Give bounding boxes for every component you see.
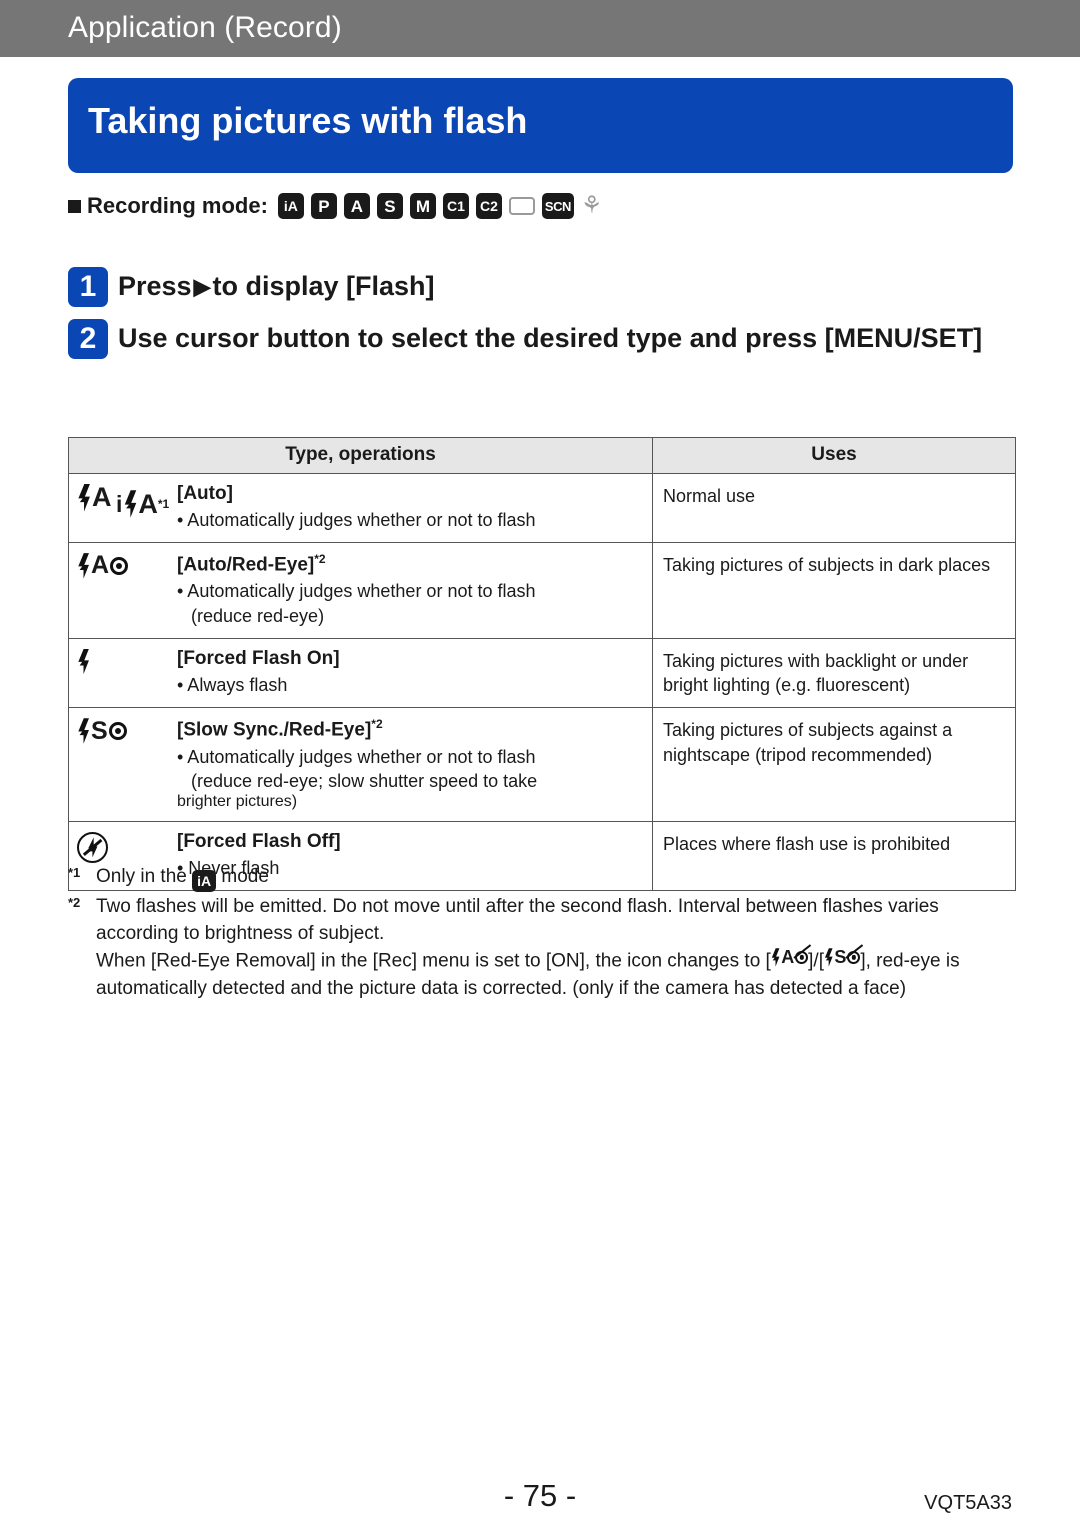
column-header-uses: Uses	[652, 437, 1016, 474]
mode-s-icon: S	[376, 193, 403, 219]
flash-mode-title: [Auto/Red-Eye]*2	[177, 552, 642, 576]
flash-mode-detail: • Automatically judges whether or not to…	[177, 581, 536, 602]
uses-cell-slow-sync: Taking pictures of subjects against a ni…	[652, 707, 1016, 822]
mode-a-icon: A	[343, 193, 370, 219]
icon-column	[77, 645, 177, 680]
flash-modes-table: Type, operations Uses A i A *1 [Auto] • …	[68, 437, 1016, 891]
table-row: A i A *1 [Auto] • Automatically judges whe…	[68, 472, 1016, 544]
mode-ia-icon: iA	[277, 193, 304, 219]
footnote-2-mark: *2	[68, 894, 96, 923]
footnotes: *1 Only in the iA mode *2 Two flashes wi…	[68, 864, 1013, 1004]
step-1-text-before: Press	[118, 271, 192, 301]
footnote-2-paragraph-1: Two flashes will be emitted. Do not move…	[96, 896, 939, 945]
description-column: [Auto] • Automatically judges whether or…	[177, 480, 642, 532]
footnote-ref-1: *1	[157, 497, 170, 512]
uses-cell-auto-redeye: Taking pictures of subjects in dark plac…	[652, 542, 1016, 639]
right-arrow-icon: ▶	[193, 274, 211, 299]
step-1-text-after: to display [Flash]	[212, 271, 435, 301]
instruction-steps: 1 Press▶to display [Flash] 2 Use cursor …	[68, 267, 1013, 371]
table-row: S [Slow Sync./Red-Eye]*2 • Automatically…	[68, 707, 1016, 822]
footnote-1-mark-text: *1	[68, 865, 81, 880]
table-header-row: Type, operations Uses	[68, 437, 1016, 474]
document-code: VQT5A33	[924, 1492, 1012, 1514]
footnote-2-mark-text: *2	[68, 895, 81, 911]
recording-mode-icon-list: iA P A S M C1 C2 SCN ⚘	[277, 192, 603, 219]
footnote-1-before: Only in the	[96, 866, 187, 887]
step-2-text: Use cursor button to select the desired …	[118, 323, 983, 353]
recording-mode-row: Recording mode: iA P A S M C1 C2 SCN ⚘	[68, 190, 602, 222]
footnote-1-mark: *1	[68, 864, 96, 893]
flash-mode-detail: • Always flash	[177, 674, 288, 695]
description-column: [Auto/Red-Eye]*2 • Automatically judges …	[177, 549, 642, 628]
icon-column: A i A *1	[77, 480, 177, 518]
step-1-number: 1	[68, 267, 108, 307]
page-title: Taking pictures with flash	[88, 100, 528, 141]
uses-cell-auto: Normal use	[652, 472, 1016, 544]
flash-auto-redeye-removal-icon: A	[771, 948, 809, 967]
flash-mode-detail: • Automatically judges whether or not to…	[177, 746, 536, 767]
flash-forced-on-icon	[77, 648, 91, 675]
mode-creative-control-icon: ⚘	[580, 192, 603, 219]
description-column: [Slow Sync./Red-Eye]*2 • Automatically j…	[177, 714, 642, 811]
chapter-title: Application (Record)	[68, 11, 342, 44]
type-cell-forced-on: [Forced Flash On] • Always flash	[68, 637, 653, 709]
description-column: [Forced Flash On] • Always flash	[177, 645, 642, 697]
icon-column: S	[77, 714, 177, 749]
flash-mode-title-text: [Slow Sync./Red-Eye]	[177, 719, 372, 741]
table-row: [Forced Flash On] • Always flash Taking …	[68, 637, 1016, 709]
footnote-1: *1 Only in the iA mode	[68, 864, 1013, 893]
table-row: A [Auto/Red-Eye]*2 • Automatically judge…	[68, 542, 1016, 639]
flash-slow-sync-redeye-icon: S	[77, 718, 127, 744]
recording-mode-label: Recording mode:	[87, 193, 268, 218]
flash-mode-title: [Slow Sync./Red-Eye]*2	[177, 717, 642, 741]
flash-slow-sync-redeye-removal-icon: S	[824, 948, 861, 967]
flash-auto-redeye-icon: A	[77, 553, 129, 579]
mode-m-icon: M	[409, 193, 436, 219]
square-bullet-icon	[68, 199, 81, 213]
flash-mode-detail-cont-2: brighter pictures)	[177, 792, 298, 810]
footnote-2-text-middle: ]/[	[808, 950, 824, 972]
type-cell-auto: A i A *1 [Auto] • Automatically judges whe…	[68, 472, 653, 544]
intelligent-flash-auto-icon: i A *1	[115, 488, 170, 519]
step-2: 2 Use cursor button to select the desire…	[68, 319, 1013, 359]
mode-ia-icon: iA	[192, 870, 217, 892]
flash-forced-off-icon	[77, 831, 109, 864]
icon-column: A	[77, 549, 177, 584]
type-cell-auto-redeye: A [Auto/Red-Eye]*2 • Automatically judge…	[68, 542, 653, 639]
flash-mode-title: [Auto]	[177, 483, 233, 504]
mode-scn-icon: SCN	[541, 193, 574, 219]
chapter-bar: Application (Record)	[0, 0, 1080, 57]
step-1-text: Press▶to display [Flash]	[118, 267, 435, 304]
icon-column	[77, 828, 177, 864]
mode-p-icon: P	[310, 193, 337, 219]
flash-mode-title-text: [Auto/Red-Eye]	[177, 554, 315, 576]
flash-mode-detail: • Automatically judges whether or not to…	[177, 510, 536, 530]
mode-c1-icon: C1	[442, 193, 469, 219]
step-1: 1 Press▶to display [Flash]	[68, 267, 1013, 307]
mode-panorama-icon	[508, 197, 535, 215]
footnote-2: *2 Two flashes will be emitted. Do not m…	[68, 894, 1013, 1002]
footnote-2-text-before: When [Red-Eye Removal] in the [Rec] menu…	[96, 950, 771, 972]
step-2-number: 2	[68, 319, 108, 359]
page-title-block: Taking pictures with flash	[68, 78, 1013, 173]
flash-mode-detail-cont: (reduce red-eye)	[191, 605, 325, 626]
column-header-type: Type, operations	[68, 437, 653, 474]
flash-mode-title: [Forced Flash On]	[177, 647, 340, 669]
footnote-2-body: Two flashes will be emitted. Do not move…	[96, 894, 1013, 1002]
footnote-1-body: Only in the iA mode	[96, 864, 1013, 892]
footnote-1-after: mode	[221, 866, 269, 887]
footnote-ref-2: *2	[314, 552, 326, 567]
uses-cell-forced-on: Taking pictures with backlight or under …	[652, 637, 1016, 709]
mode-c2-icon: C2	[475, 193, 502, 219]
type-cell-slow-sync: S [Slow Sync./Red-Eye]*2 • Automatically…	[68, 707, 653, 822]
flash-mode-title: [Forced Flash Off]	[177, 830, 341, 852]
page-number: - 75 -	[503, 1478, 577, 1513]
flash-auto-icon: A	[77, 484, 112, 512]
footnote-2-paragraph-2: When [Red-Eye Removal] in the [Rec] menu…	[96, 948, 1013, 1002]
flash-mode-detail-cont: (reduce red-eye; slow shutter speed to t…	[191, 770, 538, 791]
footnote-ref-2: *2	[371, 717, 383, 732]
